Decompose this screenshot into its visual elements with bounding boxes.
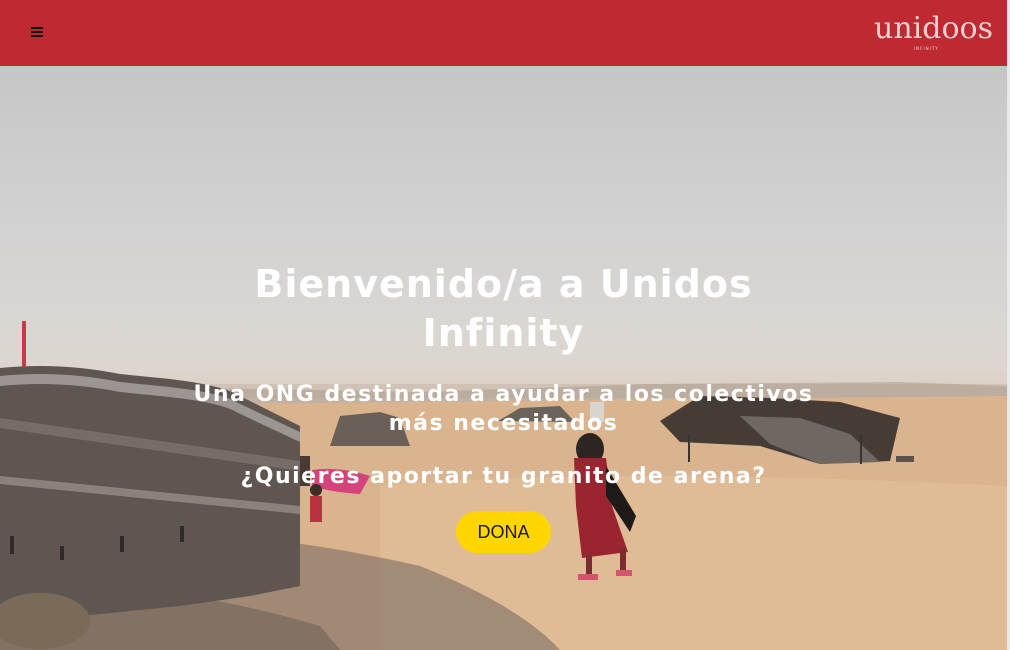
hero-title: Bienvenido/a a Unidos Infinity [0, 260, 1007, 358]
hero-subtitle: Una ONG destinada a ayudar a los colecti… [0, 380, 1007, 438]
hero-section: Bienvenido/a a Unidos Infinity Una ONG d… [0, 66, 1007, 650]
hero-question: ¿Quieres aportar tu granito de arena? [240, 464, 767, 489]
logo-text: unidoos [874, 11, 993, 46]
hamburger-menu-icon [31, 27, 43, 37]
donate-button[interactable]: DONA [456, 511, 551, 553]
hero-title-line-1: Bienvenido/a a Unidos [254, 262, 753, 306]
hamburger-menu-button[interactable] [27, 22, 47, 42]
unidos-logo[interactable]: unidoos INFINITY [874, 10, 993, 56]
desert-camp-background-image [0, 321, 1007, 650]
hero-title-line-2: Infinity [422, 311, 585, 355]
hero-subtitle-line-1: Una ONG destinada a ayudar a los colecti… [193, 382, 814, 407]
hero-subtitle-line-2: más necesitados [388, 411, 619, 436]
top-header: unidoos INFINITY [0, 0, 1007, 66]
logo-subtext: INFINITY [914, 46, 939, 51]
